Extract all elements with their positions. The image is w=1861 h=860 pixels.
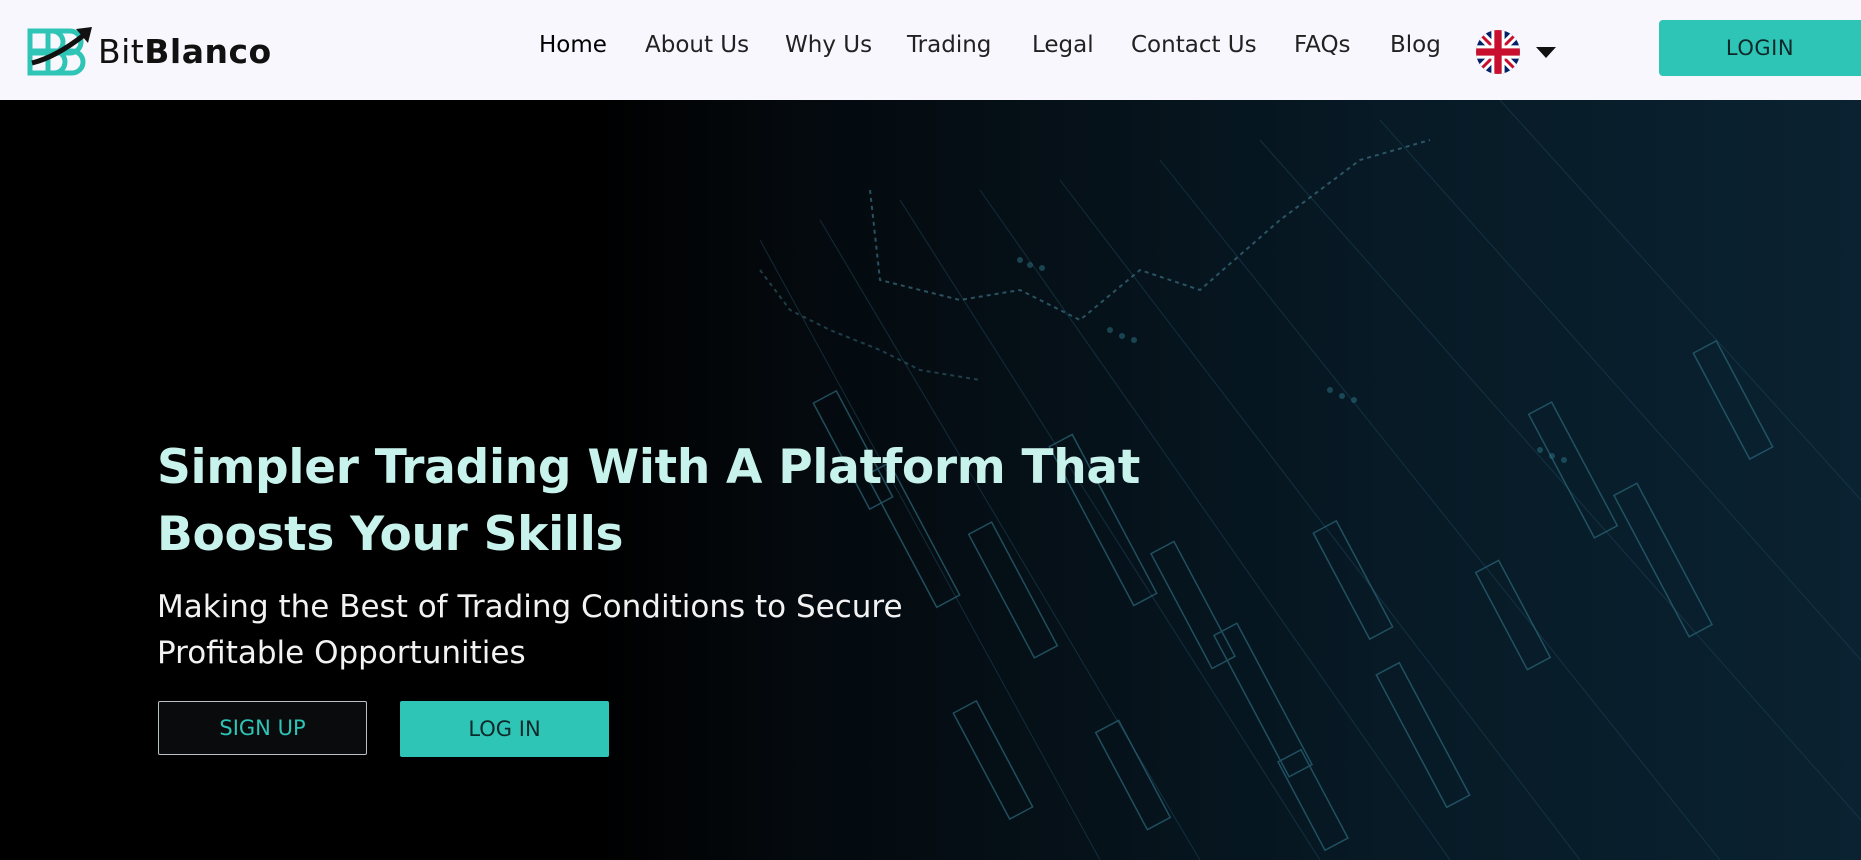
top-navbar: BitBlanco Home About Us Why Us Trading L… <box>0 0 1861 100</box>
header-login-button[interactable]: LOGIN <box>1659 20 1861 76</box>
nav-blog[interactable]: Blog <box>1390 32 1441 58</box>
hero-headline-line2: Boosts Your Skills <box>157 507 624 562</box>
brand-name: BitBlanco <box>98 31 272 71</box>
nav-why-us[interactable]: Why Us <box>785 32 872 58</box>
hero-headline: Simpler Trading With A Platform That Boo… <box>157 434 1157 568</box>
hero-section: Simpler Trading With A Platform That Boo… <box>0 100 1861 860</box>
hero-headline-line1: Simpler Trading With A Platform That <box>157 440 1140 495</box>
nav-trading[interactable]: Trading <box>907 32 991 58</box>
hero-log-in-button[interactable]: LOG IN <box>400 701 609 757</box>
bb-arrow-logo-icon <box>27 27 92 76</box>
uk-flag-icon <box>1476 30 1520 74</box>
hero-subheadline-line1: Making the Best of Trading Conditions to… <box>157 589 903 625</box>
hero-subheadline-line2: Profitable Opportunities <box>157 635 526 671</box>
nav-about-us[interactable]: About Us <box>645 32 749 58</box>
nav-home[interactable]: Home <box>539 32 607 58</box>
caret-down-icon <box>1536 46 1556 58</box>
brand-logo[interactable]: BitBlanco <box>26 23 272 79</box>
nav-faqs[interactable]: FAQs <box>1294 32 1351 58</box>
nav-legal[interactable]: Legal <box>1032 32 1094 58</box>
hero-subheadline: Making the Best of Trading Conditions to… <box>157 584 1057 676</box>
nav-contact-us[interactable]: Contact Us <box>1131 32 1257 58</box>
language-selector[interactable] <box>1476 30 1556 74</box>
sign-up-button[interactable]: SIGN UP <box>158 701 367 755</box>
